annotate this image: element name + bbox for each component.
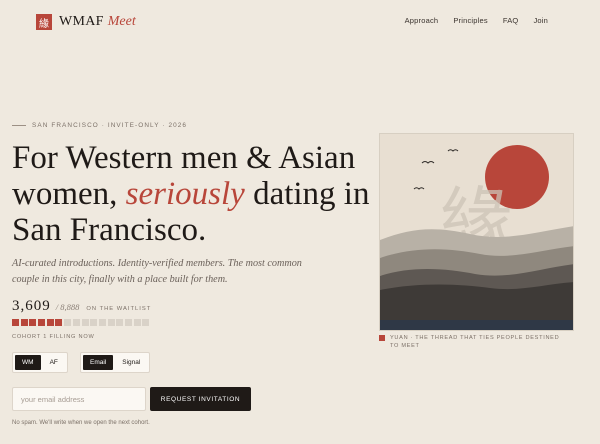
- cohort-slot-filled: [20, 319, 28, 326]
- cohort-slot-filled: [38, 319, 46, 326]
- cohort-slot-filled: [55, 319, 63, 326]
- hero-subcopy: AI-curated introductions. Identity-verif…: [12, 258, 302, 285]
- waitlist-label: ON THE WAITLIST: [86, 306, 152, 312]
- caption-text: YUAN · THE THREAD THAT TIES PEOPLE DESTI…: [390, 335, 560, 349]
- waitlist-cap: / 8,888: [55, 302, 80, 312]
- logo-subtitle[interactable]: Meet: [108, 14, 136, 30]
- toggle-option-wm[interactable]: WM: [15, 355, 41, 370]
- email-input[interactable]: [12, 387, 146, 411]
- eyebrow-rule: [12, 125, 26, 126]
- cohort-slot-empty: [90, 319, 98, 326]
- waitlist-count: 3,609: [12, 298, 51, 314]
- cohort-slot-empty: [64, 319, 72, 326]
- cohort-slot-empty: [81, 319, 89, 326]
- request-invitation-button[interactable]: REQUEST INVITATION: [150, 387, 251, 411]
- artwork-water: [380, 320, 573, 330]
- cohort-progress: [12, 319, 150, 326]
- cohort-slot-filled: [46, 319, 54, 326]
- toggle-option-af[interactable]: AF: [43, 355, 65, 370]
- cohort-slot-empty: [107, 319, 115, 326]
- headline-accent: seriously: [125, 176, 245, 212]
- artwork-caption: YUAN · THE THREAD THAT TIES PEOPLE DESTI…: [379, 334, 569, 350]
- hero-artwork: 緣: [379, 133, 574, 331]
- landscape-illustration: 緣: [380, 134, 573, 330]
- cohort-slot-empty: [72, 319, 80, 326]
- nav-item-principles[interactable]: Principles: [453, 16, 488, 25]
- cohort-slot-filled: [12, 319, 19, 326]
- nav-item-join[interactable]: Join: [533, 16, 548, 25]
- cohort-slot-empty: [124, 319, 132, 326]
- cohort-slot-empty: [98, 319, 106, 326]
- caption-mark-icon: [379, 335, 385, 341]
- site-header: 緣 WMAF Meet Approach Principles FAQ Join: [0, 0, 600, 44]
- cohort-slot-filled: [29, 319, 37, 326]
- logo-mark[interactable]: 緣: [36, 14, 52, 30]
- contact-toggle: Email Signal: [80, 352, 151, 373]
- eyebrow: SAN FRANCISCO · INVITE-ONLY · 2026: [12, 122, 187, 129]
- toggle-option-signal[interactable]: Signal: [115, 355, 147, 370]
- cohort-slot-empty: [133, 319, 141, 326]
- cohort-slot-empty: [142, 319, 150, 326]
- toggle-option-email[interactable]: Email: [83, 355, 114, 370]
- identity-toggle: WM AF: [12, 352, 68, 373]
- logo-wordmark[interactable]: WMAF: [59, 14, 104, 30]
- main-nav: Approach Principles FAQ Join: [405, 16, 548, 25]
- cohort-slot-empty: [116, 319, 124, 326]
- cohort-status: COHORT 1 FILLING NOW: [12, 334, 95, 340]
- eyebrow-text: SAN FRANCISCO · INVITE-ONLY · 2026: [32, 122, 188, 129]
- nav-item-faq[interactable]: FAQ: [503, 16, 519, 25]
- nav-item-approach[interactable]: Approach: [405, 16, 439, 25]
- hero-headline: For Western men & Asian women, seriously…: [12, 140, 372, 248]
- waitlist-counter: 3,609 / 8,888 ON THE WAITLIST: [12, 298, 151, 315]
- form-fineprint: No spam. We'll write when we open the ne…: [12, 420, 150, 426]
